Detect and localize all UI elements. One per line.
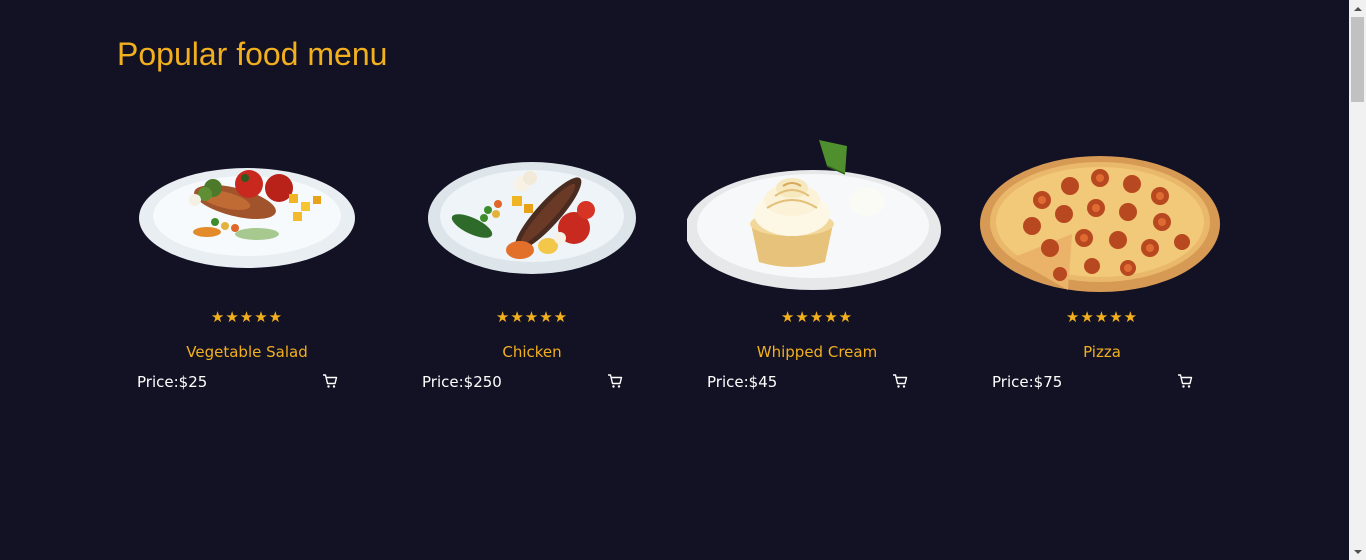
food-name[interactable]: Whipped Cream <box>687 343 947 361</box>
food-name[interactable]: Vegetable Salad <box>117 343 377 361</box>
food-price: Price:$25 <box>137 373 208 391</box>
scroll-up-arrow-icon[interactable] <box>1349 0 1366 17</box>
cart-icon[interactable] <box>322 373 338 389</box>
scrollbar-thumb[interactable] <box>1351 17 1364 102</box>
page-title: Popular food menu <box>117 36 388 72</box>
vertical-scrollbar[interactable] <box>1349 0 1366 560</box>
cart-icon[interactable] <box>607 373 623 389</box>
pizza-image <box>980 156 1220 292</box>
scroll-down-arrow-icon[interactable] <box>1349 543 1366 560</box>
food-price: Price:$75 <box>992 373 1063 391</box>
menu-card-chicken[interactable]: ★★★★★ Chicken Price:$250 <box>402 130 662 400</box>
cart-icon[interactable] <box>1177 373 1193 389</box>
food-name[interactable]: Pizza <box>972 343 1232 361</box>
food-price: Price:$45 <box>707 373 778 391</box>
menu-card-whipped-cream[interactable]: ★★★★★ Whipped Cream Price:$45 <box>687 130 947 400</box>
plate-dessert-image <box>687 140 941 290</box>
food-name[interactable]: Chicken <box>402 343 662 361</box>
star-rating: ★★★★★ <box>210 308 284 326</box>
star-rating: ★★★★★ <box>1065 308 1139 326</box>
menu-card-vegetable-salad[interactable]: ★★★★★ Vegetable Salad Price:$25 <box>117 130 377 400</box>
food-menu-page: Popular food menu ★★★★★ Vegetable Salad <box>0 0 1349 560</box>
food-price: Price:$250 <box>422 373 502 391</box>
plate-chicken-image <box>428 162 636 274</box>
star-rating: ★★★★★ <box>780 308 854 326</box>
menu-card-pizza[interactable]: ★★★★★ Pizza Price:$75 <box>972 130 1232 400</box>
plate-salad-image <box>139 168 355 268</box>
cart-icon[interactable] <box>892 373 908 389</box>
star-rating: ★★★★★ <box>495 308 569 326</box>
